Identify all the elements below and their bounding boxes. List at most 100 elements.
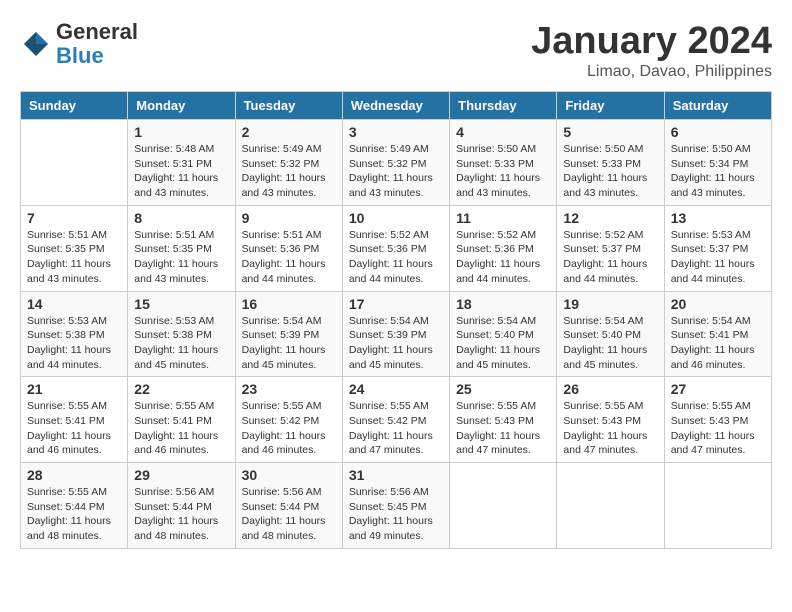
day-cell: 24 Sunrise: 5:55 AMSunset: 5:42 PMDayligh… (342, 377, 449, 463)
day-number: 28 (27, 467, 121, 483)
day-cell: 22Sunrise: 5:55 AMSunset: 5:41 PMDayligh… (128, 377, 235, 463)
header-saturday: Saturday (664, 92, 771, 120)
day-cell (557, 463, 664, 549)
day-cell: 9Sunrise: 5:51 AMSunset: 5:36 PMDaylight… (235, 205, 342, 291)
day-cell: 25 Sunrise: 5:55 AMSunset: 5:43 PMDayligh… (450, 377, 557, 463)
day-number: 29 (134, 467, 228, 483)
day-cell: 2 Sunrise: 5:49 AMSunset: 5:32 PMDaylight… (235, 120, 342, 206)
day-cell: 26 Sunrise: 5:55 AMSunset: 5:43 PMDayligh… (557, 377, 664, 463)
day-number: 2 (242, 124, 336, 140)
day-info: Sunrise: 5:55 AMSunset: 5:41 PMDaylight:… (27, 399, 121, 458)
day-number: 12 (563, 210, 657, 226)
day-cell: 10 Sunrise: 5:52 AMSunset: 5:36 PMDayligh… (342, 205, 449, 291)
day-info: Sunrise: 5:52 AMSunset: 5:36 PMDaylight:… (349, 228, 443, 287)
day-cell: 15 Sunrise: 5:53 AMSunset: 5:38 PMDayligh… (128, 291, 235, 377)
day-number: 9 (242, 210, 336, 226)
day-number: 3 (349, 124, 443, 140)
day-info: Sunrise: 5:50 AMSunset: 5:33 PMDaylight:… (563, 142, 657, 201)
day-info: Sunrise: 5:54 AMSunset: 5:40 PMDaylight:… (563, 314, 657, 373)
day-info: Sunrise: 5:55 AMSunset: 5:44 PMDaylight:… (27, 485, 121, 544)
day-number: 16 (242, 296, 336, 312)
day-cell: 31 Sunrise: 5:56 AMSunset: 5:45 PMDayligh… (342, 463, 449, 549)
day-info: Sunrise: 5:50 AMSunset: 5:33 PMDaylight:… (456, 142, 550, 201)
day-number: 19 (563, 296, 657, 312)
day-number: 18 (456, 296, 550, 312)
day-info: Sunrise: 5:56 AMSunset: 5:44 PMDaylight:… (242, 485, 336, 544)
header-sunday: Sunday (21, 92, 128, 120)
day-cell: 8 Sunrise: 5:51 AMSunset: 5:35 PMDaylight… (128, 205, 235, 291)
day-info: Sunrise: 5:55 AMSunset: 5:43 PMDaylight:… (563, 399, 657, 458)
day-info: Sunrise: 5:55 AMSunset: 5:43 PMDaylight:… (671, 399, 765, 458)
day-number: 24 (349, 381, 443, 397)
calendar-header-row: SundayMondayTuesdayWednesdayThursdayFrid… (21, 92, 772, 120)
day-cell: 18 Sunrise: 5:54 AMSunset: 5:40 PMDayligh… (450, 291, 557, 377)
day-cell: 5 Sunrise: 5:50 AMSunset: 5:33 PMDaylight… (557, 120, 664, 206)
day-info: Sunrise: 5:51 AMSunset: 5:35 PMDaylight:… (134, 228, 228, 287)
day-number: 5 (563, 124, 657, 140)
day-cell: 30 Sunrise: 5:56 AMSunset: 5:44 PMDayligh… (235, 463, 342, 549)
header-monday: Monday (128, 92, 235, 120)
header-friday: Friday (557, 92, 664, 120)
day-cell: 29 Sunrise: 5:56 AMSunset: 5:44 PMDayligh… (128, 463, 235, 549)
day-cell (21, 120, 128, 206)
day-number: 21 (27, 381, 121, 397)
day-info: Sunrise: 5:54 AMSunset: 5:39 PMDaylight:… (242, 314, 336, 373)
week-row-2: 7Sunrise: 5:51 AMSunset: 5:35 PMDaylight… (21, 205, 772, 291)
day-info: Sunrise: 5:53 AMSunset: 5:38 PMDaylight:… (134, 314, 228, 373)
day-info: Sunrise: 5:54 AMSunset: 5:41 PMDaylight:… (671, 314, 765, 373)
day-cell: 3 Sunrise: 5:49 AMSunset: 5:32 PMDaylight… (342, 120, 449, 206)
day-cell: 17Sunrise: 5:54 AMSunset: 5:39 PMDayligh… (342, 291, 449, 377)
day-number: 13 (671, 210, 765, 226)
day-info: Sunrise: 5:54 AMSunset: 5:40 PMDaylight:… (456, 314, 550, 373)
day-info: Sunrise: 5:55 AMSunset: 5:43 PMDaylight:… (456, 399, 550, 458)
day-info: Sunrise: 5:52 AMSunset: 5:36 PMDaylight:… (456, 228, 550, 287)
day-number: 30 (242, 467, 336, 483)
day-info: Sunrise: 5:53 AMSunset: 5:38 PMDaylight:… (27, 314, 121, 373)
week-row-1: 1 Sunrise: 5:48 AMSunset: 5:31 PMDaylight… (21, 120, 772, 206)
day-info: Sunrise: 5:55 AMSunset: 5:42 PMDaylight:… (349, 399, 443, 458)
day-cell: 12 Sunrise: 5:52 AMSunset: 5:37 PMDayligh… (557, 205, 664, 291)
week-row-3: 14 Sunrise: 5:53 AMSunset: 5:38 PMDayligh… (21, 291, 772, 377)
day-info: Sunrise: 5:56 AMSunset: 5:45 PMDaylight:… (349, 485, 443, 544)
day-number: 20 (671, 296, 765, 312)
day-info: Sunrise: 5:50 AMSunset: 5:34 PMDaylight:… (671, 142, 765, 201)
day-number: 26 (563, 381, 657, 397)
day-number: 27 (671, 381, 765, 397)
day-cell: 19 Sunrise: 5:54 AMSunset: 5:40 PMDayligh… (557, 291, 664, 377)
day-cell: 20 Sunrise: 5:54 AMSunset: 5:41 PMDayligh… (664, 291, 771, 377)
day-info: Sunrise: 5:56 AMSunset: 5:44 PMDaylight:… (134, 485, 228, 544)
day-cell: 4 Sunrise: 5:50 AMSunset: 5:33 PMDaylight… (450, 120, 557, 206)
day-info: Sunrise: 5:55 AMSunset: 5:42 PMDaylight:… (242, 399, 336, 458)
page-header: General Blue January 2024 Limao, Davao, … (20, 20, 772, 81)
day-info: Sunrise: 5:48 AMSunset: 5:31 PMDaylight:… (134, 142, 228, 201)
day-number: 10 (349, 210, 443, 226)
title-block: January 2024 Limao, Davao, Philippines (531, 20, 772, 81)
day-number: 4 (456, 124, 550, 140)
week-row-5: 28 Sunrise: 5:55 AMSunset: 5:44 PMDayligh… (21, 463, 772, 549)
day-cell: 1 Sunrise: 5:48 AMSunset: 5:31 PMDaylight… (128, 120, 235, 206)
day-number: 1 (134, 124, 228, 140)
day-number: 14 (27, 296, 121, 312)
day-number: 8 (134, 210, 228, 226)
day-number: 31 (349, 467, 443, 483)
day-info: Sunrise: 5:55 AMSunset: 5:41 PMDaylight:… (134, 399, 228, 458)
logo-line1: General (56, 20, 138, 44)
day-cell: 16 Sunrise: 5:54 AMSunset: 5:39 PMDayligh… (235, 291, 342, 377)
day-number: 15 (134, 296, 228, 312)
day-info: Sunrise: 5:53 AMSunset: 5:37 PMDaylight:… (671, 228, 765, 287)
day-cell (450, 463, 557, 549)
day-cell: 7Sunrise: 5:51 AMSunset: 5:35 PMDaylight… (21, 205, 128, 291)
day-cell (664, 463, 771, 549)
calendar-title: January 2024 (531, 20, 772, 63)
day-info: Sunrise: 5:52 AMSunset: 5:37 PMDaylight:… (563, 228, 657, 287)
day-info: Sunrise: 5:51 AMSunset: 5:35 PMDaylight:… (27, 228, 121, 287)
header-tuesday: Tuesday (235, 92, 342, 120)
day-number: 11 (456, 210, 550, 226)
header-wednesday: Wednesday (342, 92, 449, 120)
logo-line2: Blue (56, 44, 138, 68)
day-number: 25 (456, 381, 550, 397)
day-info: Sunrise: 5:49 AMSunset: 5:32 PMDaylight:… (349, 142, 443, 201)
day-number: 23 (242, 381, 336, 397)
day-cell: 13 Sunrise: 5:53 AMSunset: 5:37 PMDayligh… (664, 205, 771, 291)
day-info: Sunrise: 5:49 AMSunset: 5:32 PMDaylight:… (242, 142, 336, 201)
